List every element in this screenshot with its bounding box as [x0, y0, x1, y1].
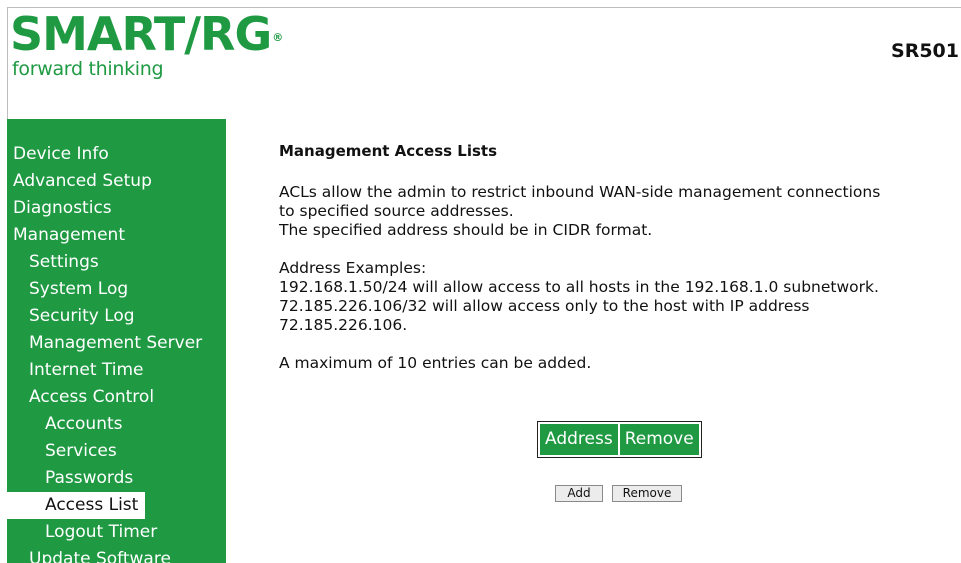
sidebar-item-management-server[interactable]: Management Server: [7, 330, 226, 357]
add-button[interactable]: Add: [555, 485, 603, 502]
column-header-address: Address: [540, 424, 618, 455]
sidebar-nav: Device Info Advanced Setup Diagnostics Mana…: [7, 119, 226, 563]
model-name: SR501: [891, 40, 959, 62]
example-2-line-2: 72.185.226.106.: [279, 316, 408, 334]
sidebar-item-access-control[interactable]: Access Control: [7, 384, 226, 411]
registered-mark: ®: [272, 31, 283, 44]
access-list-table: Address Remove: [537, 421, 702, 458]
description-line-3: The specified address should be in CIDR …: [279, 221, 653, 239]
brand-tagline: forward thinking: [12, 58, 164, 80]
sidebar-item-settings[interactable]: Settings: [7, 249, 226, 276]
example-1: 192.168.1.50/24 will allow access to all…: [279, 278, 879, 296]
sidebar-item-passwords[interactable]: Passwords: [7, 465, 226, 492]
column-header-remove: Remove: [619, 424, 699, 455]
sidebar-item-access-list[interactable]: Access List: [7, 492, 145, 519]
main-content: Management Access Lists ACLs allow the a…: [279, 142, 951, 373]
brand-name: SMART/RG®: [10, 7, 283, 61]
max-entries-note: A maximum of 10 entries can be added.: [279, 354, 592, 372]
examples-heading: Address Examples:: [279, 259, 427, 277]
example-2-line-1: 72.185.226.106/32 will allow access only…: [279, 297, 810, 315]
sidebar-item-management[interactable]: Management: [7, 222, 226, 249]
description-line-2: to specified source addresses.: [279, 202, 514, 220]
sidebar-item-diagnostics[interactable]: Diagnostics: [7, 195, 226, 222]
sidebar-item-accounts[interactable]: Accounts: [7, 411, 226, 438]
brand-text: SMART/RG: [10, 7, 272, 61]
remove-button[interactable]: Remove: [612, 485, 682, 502]
sidebar-item-internet-time[interactable]: Internet Time: [7, 357, 226, 384]
sidebar-item-system-log[interactable]: System Log: [7, 276, 226, 303]
sidebar-item-device-info[interactable]: Device Info: [7, 141, 226, 168]
page-title: Management Access Lists: [279, 142, 498, 160]
sidebar-item-logout-timer[interactable]: Logout Timer: [7, 519, 226, 546]
description-line-1: ACLs allow the admin to restrict inbound…: [279, 183, 881, 201]
sidebar-item-update-software[interactable]: Update Software: [7, 546, 226, 563]
sidebar-item-advanced-setup[interactable]: Advanced Setup: [7, 168, 226, 195]
sidebar-item-security-log[interactable]: Security Log: [7, 303, 226, 330]
brand-logo: SMART/RG® forward thinking: [10, 7, 283, 80]
sidebar-item-services[interactable]: Services: [7, 438, 226, 465]
